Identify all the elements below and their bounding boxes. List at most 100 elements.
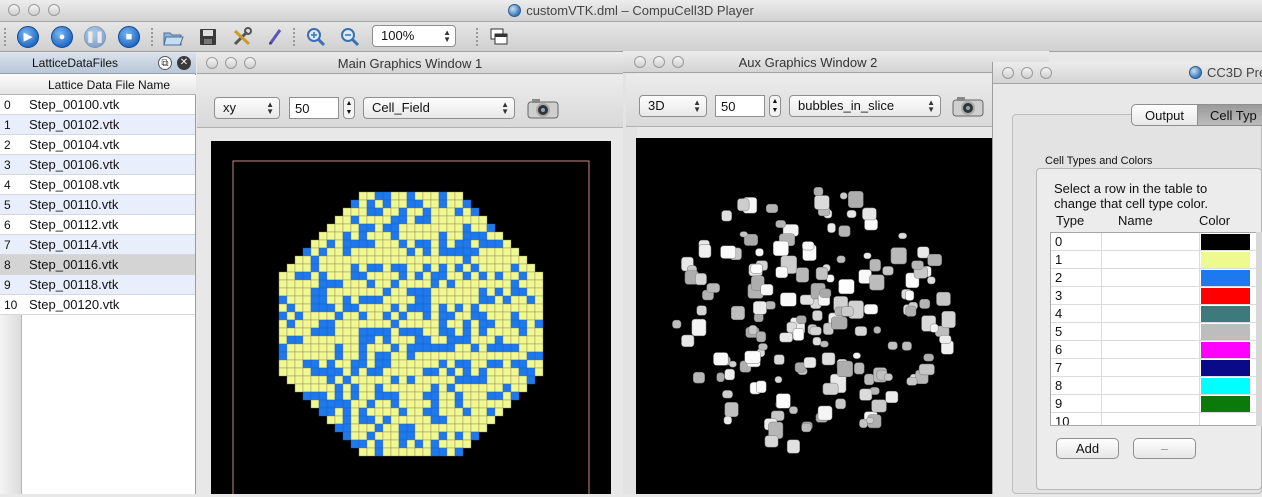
step-button[interactable]: ● xyxy=(51,26,73,48)
file-name: Step_00116.vtk xyxy=(29,257,119,272)
toolbar-grip[interactable] xyxy=(476,28,480,46)
cell-type-name[interactable] xyxy=(1101,395,1200,413)
cell-type-name[interactable] xyxy=(1101,269,1200,287)
cell-type-id: 8 xyxy=(1055,378,1063,393)
tools-icon xyxy=(233,27,252,46)
zoom-window-button[interactable] xyxy=(1040,67,1052,79)
toolbar-grip[interactable] xyxy=(4,28,8,46)
field-select[interactable]: bubbles_in_slice ▲ ▼ xyxy=(789,95,941,117)
aux-graphics-title-bar: Aux Graphics Window 2 xyxy=(623,51,1049,73)
save-button[interactable] xyxy=(197,26,219,48)
file-row[interactable]: 2 Step_00104.vtk xyxy=(0,135,195,155)
cell-type-name[interactable] xyxy=(1101,233,1200,251)
open-file-button[interactable] xyxy=(162,26,184,48)
tab-cell-types[interactable]: Cell Typ xyxy=(1197,104,1262,126)
cell-lattice xyxy=(278,191,544,457)
cell-type-id: 2 xyxy=(1055,270,1063,285)
cell-type-row[interactable]: 5 xyxy=(1051,323,1261,341)
main-graphics-canvas[interactable] xyxy=(211,141,611,497)
cell-type-row[interactable]: 1 xyxy=(1051,251,1261,269)
globe-icon xyxy=(1189,66,1202,79)
float-panel-icon[interactable]: ⧉ xyxy=(158,56,172,70)
aux-graphics-canvas[interactable] xyxy=(636,138,992,494)
cell-type-row[interactable]: 8 xyxy=(1051,377,1261,395)
row-index: 3 xyxy=(4,158,11,172)
new-graphics-window-button[interactable] xyxy=(488,26,510,48)
column-header[interactable]: Lattice Data File Name xyxy=(0,75,196,95)
cell-type-name[interactable] xyxy=(1101,251,1200,269)
cell-type-color-swatch[interactable] xyxy=(1201,378,1250,394)
cell-type-color-swatch[interactable] xyxy=(1201,414,1250,425)
cell-type-color-swatch[interactable] xyxy=(1201,306,1250,322)
slice-input[interactable]: 50 xyxy=(715,95,765,117)
close-window-button[interactable] xyxy=(1002,67,1014,79)
cell-type-color-swatch[interactable] xyxy=(1201,396,1250,412)
slice-stepper[interactable]: ▲ ▼ xyxy=(343,97,355,119)
cell-type-row[interactable]: 0 xyxy=(1051,233,1261,251)
cell-type-name[interactable] xyxy=(1101,377,1200,395)
window-title: Main Graphics Window 1 xyxy=(337,56,483,71)
zoom-out-button[interactable] xyxy=(339,26,361,48)
cell-type-color-swatch[interactable] xyxy=(1201,324,1250,340)
screenshot-button[interactable] xyxy=(527,96,559,119)
zoom-in-button[interactable] xyxy=(305,26,327,48)
cell-type-color-swatch[interactable] xyxy=(1201,288,1250,304)
cell-type-name[interactable] xyxy=(1101,305,1200,323)
run-button[interactable]: ▶ xyxy=(17,26,39,48)
stop-button[interactable]: ■ xyxy=(118,26,140,48)
cell-type-name[interactable] xyxy=(1101,287,1200,305)
table-scrollbar[interactable] xyxy=(1256,232,1262,426)
cell-type-name[interactable] xyxy=(1101,323,1200,341)
cell-type-row[interactable]: 10 xyxy=(1051,413,1261,425)
file-name: Step_00118.vtk xyxy=(29,277,119,292)
file-row[interactable]: 9 Step_00118.vtk xyxy=(0,275,195,295)
configure-button[interactable] xyxy=(231,26,253,48)
field-select[interactable]: Cell_Field ▲ ▼ xyxy=(363,97,515,119)
toolbar-grip[interactable] xyxy=(151,28,155,46)
edit-button[interactable] xyxy=(264,26,286,48)
plane-select[interactable]: xy ▲ ▼ xyxy=(214,97,280,119)
cell-type-id: 7 xyxy=(1055,360,1063,375)
slice-stepper[interactable]: ▲ ▼ xyxy=(769,95,781,117)
file-row[interactable]: 4 Step_00108.vtk xyxy=(0,175,195,195)
preferences-title-bar: CC3D Pre xyxy=(993,62,1262,84)
cell-type-name[interactable] xyxy=(1101,341,1200,359)
slice-input[interactable]: 50 xyxy=(289,97,339,119)
cell-type-color-swatch[interactable] xyxy=(1201,234,1250,250)
file-row[interactable]: 0 Step_00100.vtk xyxy=(0,95,195,115)
file-row[interactable]: 1 Step_00102.vtk xyxy=(0,115,195,135)
file-row[interactable]: 3 Step_00106.vtk xyxy=(0,155,195,175)
cell-type-color-swatch[interactable] xyxy=(1201,342,1250,358)
globe-icon xyxy=(508,4,522,17)
tab-output[interactable]: Output xyxy=(1131,104,1198,126)
zoom-out-icon xyxy=(341,28,360,47)
cell-type-row[interactable]: 9 xyxy=(1051,395,1261,413)
add-button[interactable]: Add xyxy=(1056,438,1119,459)
cell-type-row[interactable]: 4 xyxy=(1051,305,1261,323)
cell-type-color-swatch[interactable] xyxy=(1201,270,1250,286)
close-panel-icon[interactable]: ✕ xyxy=(177,56,191,70)
cell-type-row[interactable]: 2 xyxy=(1051,269,1261,287)
plane-select[interactable]: 3D ▲ ▼ xyxy=(639,95,707,117)
cell-type-name[interactable] xyxy=(1101,359,1200,377)
file-name: Step_00102.vtk xyxy=(29,117,120,132)
cell-type-row[interactable]: 3 xyxy=(1051,287,1261,305)
cell-type-row[interactable]: 6 xyxy=(1051,341,1261,359)
cell-type-color-swatch[interactable] xyxy=(1201,360,1250,376)
file-row[interactable]: 7 Step_00114.vtk xyxy=(0,235,195,255)
toolbar-grip[interactable] xyxy=(293,28,297,46)
minimize-window-button[interactable] xyxy=(1021,67,1033,79)
screenshot-button[interactable] xyxy=(952,94,984,117)
file-row[interactable]: 10 Step_00120.vtk xyxy=(0,295,195,315)
pause-button[interactable]: ❚❚ xyxy=(84,26,106,48)
file-row[interactable]: 6 Step_00112.vtk xyxy=(0,215,195,235)
file-row[interactable]: 5 Step_00110.vtk xyxy=(0,195,195,215)
window-title: customVTK.dml – CompuCell3D Player xyxy=(0,3,1262,18)
zoom-combo[interactable]: 100% ▲ ▼ xyxy=(372,25,456,47)
cell-type-name[interactable] xyxy=(1101,413,1200,425)
cell-types-table[interactable]: 0 1 2 3 4 5 6 7 8 9 10 xyxy=(1050,232,1262,426)
cell-type-row[interactable]: 7 xyxy=(1051,359,1261,377)
remove-button[interactable]: – xyxy=(1133,438,1196,459)
file-row[interactable]: 8 Step_00116.vtk xyxy=(0,255,195,275)
cell-type-color-swatch[interactable] xyxy=(1201,252,1250,268)
